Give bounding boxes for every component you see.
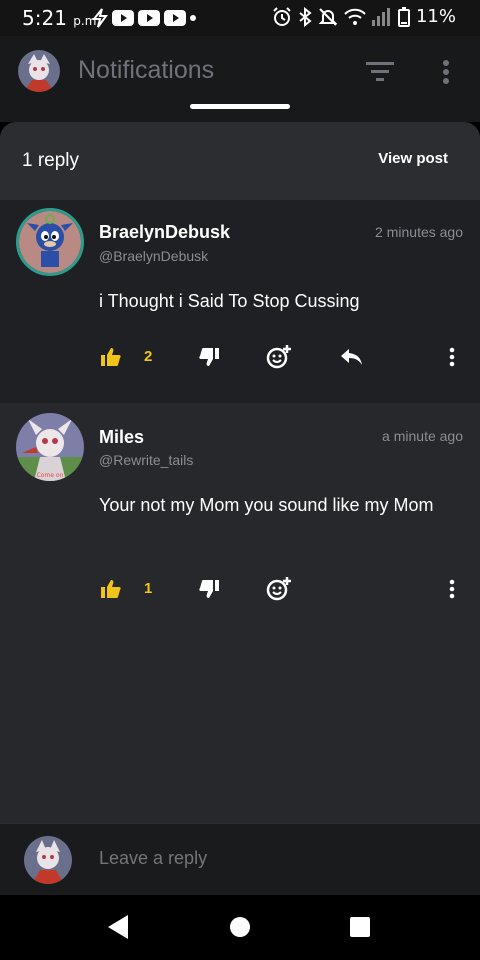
more-vert-icon[interactable] bbox=[438, 58, 454, 86]
wifi-icon bbox=[344, 8, 366, 25]
youtube-icon bbox=[138, 10, 160, 26]
youtube-icon bbox=[112, 10, 134, 26]
svg-text:Come on: Come on bbox=[37, 472, 64, 479]
avatar[interactable]: Come on bbox=[16, 413, 84, 481]
system-nav-bar bbox=[0, 895, 480, 960]
alarm-icon bbox=[273, 6, 291, 26]
signal-icon bbox=[371, 7, 390, 26]
comment-card: BraelynDebusk @BraelynDebusk 2 minutes a… bbox=[0, 200, 480, 403]
view-post-button[interactable]: View post bbox=[378, 150, 448, 167]
like-count: 2 bbox=[144, 348, 153, 365]
avatar bbox=[24, 836, 72, 884]
reply-bar bbox=[0, 823, 480, 895]
comment-author[interactable]: Miles bbox=[99, 427, 144, 448]
status-time: 5:21 p.m. bbox=[22, 6, 100, 30]
flash-icon bbox=[92, 8, 108, 28]
comment-actions: 1 bbox=[0, 575, 480, 605]
app-bar: Notifications bbox=[0, 36, 480, 122]
more-vert-icon[interactable] bbox=[446, 578, 458, 600]
thumbs-up-icon[interactable] bbox=[100, 346, 122, 368]
like-count: 1 bbox=[144, 580, 153, 597]
thumbs-up-icon[interactable] bbox=[100, 578, 122, 600]
reply-input[interactable] bbox=[99, 848, 331, 869]
more-vert-icon[interactable] bbox=[446, 346, 458, 368]
dot-icon bbox=[190, 15, 196, 21]
reply-count: 1 reply bbox=[22, 150, 80, 171]
comment-card: Come on Miles @Rewrite_tails a minute ag… bbox=[0, 403, 480, 823]
back-icon[interactable] bbox=[108, 915, 130, 939]
comment-timestamp: 2 minutes ago bbox=[375, 224, 463, 240]
comment-handle[interactable]: @BraelynDebusk bbox=[99, 248, 208, 264]
comment-timestamp: a minute ago bbox=[382, 428, 463, 444]
mute-icon bbox=[318, 7, 338, 26]
youtube-icon bbox=[164, 10, 186, 26]
comment-handle[interactable]: @Rewrite_tails bbox=[99, 452, 193, 468]
add-reaction-icon[interactable] bbox=[266, 576, 292, 602]
profile-avatar[interactable] bbox=[18, 50, 60, 92]
comment-author[interactable]: BraelynDebusk bbox=[99, 222, 230, 243]
home-icon[interactable] bbox=[230, 917, 250, 937]
add-reaction-icon[interactable] bbox=[266, 344, 292, 370]
filter-icon[interactable] bbox=[366, 60, 394, 84]
reply-icon[interactable] bbox=[340, 346, 364, 368]
thumbs-down-icon[interactable] bbox=[198, 578, 220, 600]
battery-icon bbox=[397, 6, 410, 27]
comment-text: Your not my Mom you sound like my Mom bbox=[99, 495, 434, 515]
comment-text: i Thought i Said To Stop Cussing bbox=[99, 291, 360, 311]
sheet-drag-handle[interactable] bbox=[190, 104, 290, 109]
bluetooth-icon bbox=[299, 6, 312, 27]
page-title: Notifications bbox=[78, 56, 215, 84]
notification-icons bbox=[92, 8, 196, 28]
recent-apps-icon[interactable] bbox=[350, 917, 370, 937]
battery-percent: 11% bbox=[415, 6, 456, 27]
status-bar: 5:21 p.m. 11% bbox=[0, 0, 480, 36]
replies-sheet-header: 1 reply View post bbox=[0, 122, 480, 200]
thumbs-down-icon[interactable] bbox=[198, 346, 220, 368]
system-status: 11% bbox=[272, 6, 456, 27]
status-clock: 5:21 bbox=[22, 6, 67, 30]
avatar[interactable] bbox=[16, 208, 84, 276]
comment-actions: 2 bbox=[0, 343, 480, 373]
